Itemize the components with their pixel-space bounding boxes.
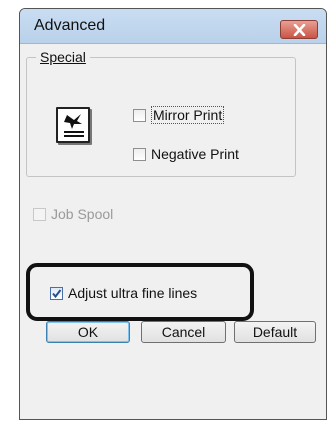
adjust-fine-lines-checkbox[interactable]: [50, 286, 63, 300]
window-title: Advanced: [34, 17, 106, 34]
negative-print-checkbox[interactable]: [133, 147, 146, 161]
checkmark-icon: [52, 288, 62, 298]
job-spool-option: Job Spool: [33, 205, 113, 223]
mirror-print-checkbox[interactable]: [133, 108, 146, 122]
printer-document-icon: [56, 107, 90, 143]
mirror-print-option[interactable]: Mirror Print: [133, 106, 225, 124]
cancel-button[interactable]: Cancel: [141, 321, 226, 343]
mirror-print-label[interactable]: Mirror Print: [151, 106, 225, 124]
special-group-label: Special: [36, 49, 90, 65]
adjust-fine-lines-option[interactable]: Adjust ultra fine lines: [50, 284, 197, 302]
negative-print-option[interactable]: Negative Print: [133, 145, 239, 163]
close-button[interactable]: [280, 20, 318, 39]
default-button[interactable]: Default: [234, 321, 316, 343]
close-icon: [293, 24, 306, 36]
title-bar[interactable]: Advanced: [20, 9, 326, 44]
adjust-fine-lines-label[interactable]: Adjust ultra fine lines: [68, 285, 197, 301]
negative-print-label[interactable]: Negative Print: [151, 146, 239, 162]
ok-button[interactable]: OK: [46, 321, 130, 343]
job-spool-label: Job Spool: [51, 206, 114, 222]
job-spool-checkbox: [33, 207, 46, 221]
